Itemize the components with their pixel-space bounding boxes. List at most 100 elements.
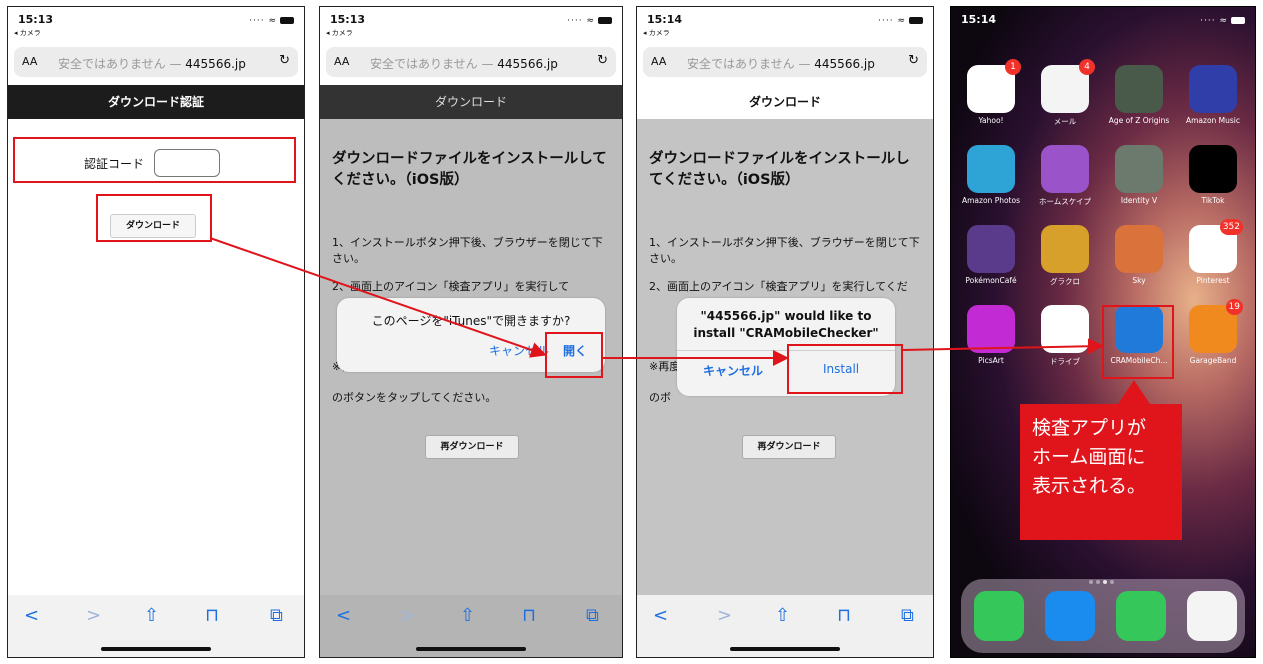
app-icon[interactable]: Age of Z Origins — [1103, 65, 1175, 125]
address-bar[interactable]: AA 安全ではありません — 445566.jp ↻ — [14, 47, 298, 77]
bookmarks-icon[interactable]: ⊓ — [522, 605, 536, 626]
forward-icon[interactable]: > — [86, 605, 101, 626]
redownload-button[interactable]: 再ダウンロード — [425, 435, 519, 459]
app-icon[interactable]: Sky — [1103, 225, 1175, 285]
messages-app-icon[interactable] — [1116, 591, 1166, 641]
bookmarks-icon[interactable]: ⊓ — [205, 605, 219, 626]
app-icon[interactable]: TikTok — [1177, 145, 1249, 205]
bookmarks-icon[interactable]: ⊓ — [837, 605, 851, 626]
back-icon[interactable]: < — [653, 605, 668, 626]
safari-toolbar: < > ⇧ ⊓ ⧉ — [637, 595, 933, 657]
app-icon[interactable]: Amazon Photos — [955, 145, 1027, 205]
page-content: 認証コード ダウンロード — [8, 119, 304, 595]
signal-wifi-battery-icon: ···· ≈ — [878, 16, 923, 26]
music-app-icon[interactable] — [1187, 591, 1237, 641]
app-icon-image — [967, 145, 1015, 193]
safari-toolbar: < > ⇧ ⊓ ⧉ — [320, 595, 622, 657]
dialog-cancel-button[interactable]: キャンセル — [703, 362, 763, 379]
app-icon-image — [1041, 145, 1089, 193]
app-label: PokémonCafé — [965, 276, 1017, 285]
dialog-message: このページを"iTunes"で開きますか? — [371, 314, 571, 328]
app-icon[interactable]: GarageBand 19 — [1177, 299, 1249, 365]
forward-icon[interactable]: > — [717, 605, 732, 626]
app-label: Amazon Music — [1185, 116, 1241, 125]
instruction-2: 2、画面上のアイコン「検査アプリ」を実行してくだ — [649, 280, 908, 293]
share-icon[interactable]: ⇧ — [775, 605, 790, 626]
reload-icon[interactable]: ↻ — [597, 53, 608, 68]
highlight-install-button — [787, 344, 903, 394]
app-label: Yahoo! — [978, 116, 1004, 125]
notification-badge: 352 — [1219, 219, 1243, 235]
app-icon-image — [1115, 225, 1163, 273]
safari-app-icon[interactable] — [1045, 591, 1095, 641]
app-label: ホームスケイプ — [1038, 197, 1092, 206]
address-bar[interactable]: AA 安全ではありません — 445566.jp ↻ — [643, 47, 927, 77]
home-indicator[interactable] — [101, 647, 211, 651]
status-bar: 15:14 ◂ カメラ ···· ≈ — [637, 7, 933, 47]
reader-aa-button[interactable]: AA — [334, 55, 349, 68]
app-label: メール — [1053, 117, 1077, 126]
callout-box: 検査アプリが ホーム画面に 表示される。 — [1020, 404, 1182, 540]
redownload-button[interactable]: 再ダウンロード — [742, 435, 836, 459]
forward-icon[interactable]: > — [400, 605, 415, 626]
app-label: グラクロ — [1050, 277, 1080, 286]
app-label: PicsArt — [978, 356, 1004, 365]
app-icon[interactable]: ドライブ — [1029, 305, 1101, 367]
status-bar: 15:14 ···· ≈ — [951, 7, 1255, 47]
back-icon[interactable]: < — [24, 605, 39, 626]
reader-aa-button[interactable]: AA — [651, 55, 666, 68]
url-text: 安全ではありません — 445566.jp — [58, 57, 246, 71]
app-icon[interactable]: Amazon Music — [1177, 65, 1249, 125]
app-label: Age of Z Origins — [1108, 116, 1170, 125]
back-to-camera[interactable]: ◂ カメラ — [14, 28, 41, 38]
dialog-cancel-button[interactable]: キャンセル — [489, 342, 549, 359]
status-bar: 15:13 ◂ カメラ ···· ≈ — [8, 7, 304, 47]
page-title: ダウンロード認証 — [8, 85, 304, 119]
status-time: 15:13 — [18, 13, 54, 26]
app-icon[interactable]: ホームスケイプ — [1029, 145, 1101, 207]
status-bar: 15:13 ◂ カメラ ···· ≈ — [320, 7, 622, 47]
app-icon[interactable]: メール 4 — [1029, 59, 1101, 127]
app-label: Pinterest — [1196, 276, 1230, 285]
phone-app-icon[interactable] — [974, 591, 1024, 641]
notification-badge: 4 — [1079, 59, 1095, 75]
address-bar[interactable]: AA 安全ではありません — 445566.jp ↻ — [326, 47, 616, 77]
install-heading: ダウンロードファイルをインストールしてください。（iOS版） — [332, 151, 607, 188]
highlight-auth-code — [13, 137, 296, 183]
instruction-1: 1、インストールボタン押下後、ブラウザーを閉じて下さい。 — [649, 236, 920, 265]
app-icon-image — [967, 305, 1015, 353]
dock — [961, 579, 1245, 653]
app-icon[interactable]: Pinterest 352 — [1177, 219, 1249, 285]
home-indicator[interactable] — [416, 647, 526, 651]
tabs-icon[interactable]: ⧉ — [901, 605, 914, 626]
reader-aa-button[interactable]: AA — [22, 55, 37, 68]
home-indicator[interactable] — [730, 647, 840, 651]
app-icon[interactable]: グラクロ — [1029, 225, 1101, 287]
url-text: 安全ではありません — 445566.jp — [687, 57, 875, 71]
app-icon[interactable]: Yahoo! 1 — [955, 59, 1027, 125]
app-label: ドライブ — [1050, 357, 1080, 366]
back-icon[interactable]: < — [336, 605, 351, 626]
app-icon[interactable]: Identity V — [1103, 145, 1175, 205]
signal-wifi-battery-icon: ···· ≈ — [567, 16, 612, 26]
tabs-icon[interactable]: ⧉ — [270, 605, 283, 626]
app-label: Sky — [1132, 276, 1146, 285]
reload-icon[interactable]: ↻ — [908, 53, 919, 68]
back-to-camera[interactable]: ◂ カメラ — [643, 28, 670, 38]
page-title: ダウンロード — [320, 85, 622, 119]
share-icon[interactable]: ⇧ — [460, 605, 475, 626]
app-icon[interactable]: PokémonCafé — [955, 225, 1027, 285]
app-icon[interactable]: PicsArt — [955, 305, 1027, 365]
app-icon-image — [1041, 225, 1089, 273]
url-text: 安全ではありません — 445566.jp — [370, 57, 558, 71]
highlight-app-icon — [1102, 305, 1174, 379]
back-to-camera[interactable]: ◂ カメラ — [326, 28, 353, 38]
app-icon-image — [1189, 65, 1237, 113]
share-icon[interactable]: ⇧ — [144, 605, 159, 626]
app-label: TikTok — [1201, 196, 1225, 205]
status-time: 15:14 — [647, 13, 683, 26]
app-icon-image — [1115, 65, 1163, 113]
tabs-icon[interactable]: ⧉ — [586, 605, 599, 626]
reload-icon[interactable]: ↻ — [279, 53, 290, 68]
page-dots[interactable] — [1089, 569, 1119, 584]
